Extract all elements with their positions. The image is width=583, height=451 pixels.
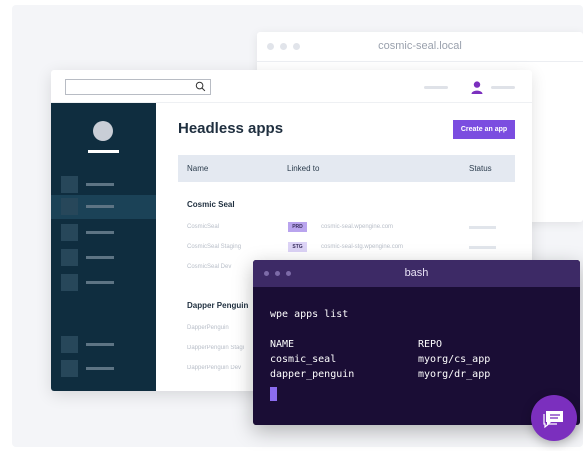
sidebar xyxy=(51,103,156,391)
column-header-name[interactable]: Name xyxy=(187,164,208,173)
terminal-row-name: cosmic_seal xyxy=(270,354,337,365)
terminal-header-repo: REPO xyxy=(418,339,443,350)
back-window-titlebar: cosmic-seal.local xyxy=(257,32,583,62)
sidebar-avatar xyxy=(93,121,113,141)
terminal-window: bash wpe apps list NAME REPO cosmic_seal… xyxy=(253,260,580,425)
sidebar-item-label xyxy=(86,343,114,346)
top-nav-link[interactable] xyxy=(424,86,448,89)
column-header-linked-to[interactable]: Linked to xyxy=(287,164,319,173)
terminal-row-repo: myorg/dr_app xyxy=(418,369,491,380)
chat-button[interactable] xyxy=(531,395,577,441)
terminal-title: bash xyxy=(404,267,429,279)
table-row-name[interactable]: DapperPenguin xyxy=(187,325,229,331)
terminal-row-name: dapper_penguin xyxy=(270,369,355,380)
back-window-title: cosmic-seal.local xyxy=(378,40,462,52)
sidebar-item-label xyxy=(86,367,114,370)
terminal-row-repo: myorg/cs_app xyxy=(418,354,491,365)
sidebar-item-label xyxy=(86,256,114,259)
table-row-url[interactable]: cosmic-seal.wpengine.com xyxy=(321,224,393,230)
sidebar-item-icon xyxy=(61,198,78,215)
sidebar-item[interactable] xyxy=(51,221,156,245)
sidebar-item-icon xyxy=(61,336,78,353)
terminal-header-name: NAME xyxy=(270,339,295,350)
terminal-titlebar: bash xyxy=(253,260,580,287)
app-group-name[interactable]: Cosmic Seal xyxy=(187,200,235,209)
table-row-name[interactable]: CosmicSeal Dev xyxy=(187,264,231,270)
sidebar-item-label xyxy=(86,183,114,186)
terminal-cursor[interactable] xyxy=(270,387,277,401)
sidebar-item[interactable] xyxy=(51,333,156,357)
sidebar-item[interactable] xyxy=(51,173,156,197)
table-row-name[interactable]: CosmicSeal Staging xyxy=(187,244,241,250)
sidebar-item[interactable] xyxy=(51,246,156,270)
sidebar-item-icon xyxy=(61,224,78,241)
sidebar-item-label xyxy=(86,281,114,284)
table-row-url[interactable]: cosmic-seal-stg.wpengine.com xyxy=(321,244,403,250)
app-group-name[interactable]: Dapper Penguin xyxy=(187,301,248,310)
terminal-command: wpe apps list xyxy=(270,309,349,320)
env-badge: STG xyxy=(288,242,307,252)
user-menu-label[interactable] xyxy=(491,86,515,89)
table-row-status xyxy=(469,226,496,229)
sidebar-item-icon xyxy=(61,360,78,377)
column-header-status[interactable]: Status xyxy=(469,164,492,173)
sidebar-item-active[interactable] xyxy=(51,195,156,219)
create-app-button[interactable]: Create an app xyxy=(453,120,515,139)
sidebar-user-name xyxy=(88,150,119,153)
app-topbar xyxy=(51,70,532,103)
page-title: Headless apps xyxy=(178,120,284,137)
sidebar-item-icon xyxy=(61,249,78,266)
sidebar-item-label xyxy=(86,231,114,234)
user-avatar-icon[interactable] xyxy=(470,80,484,94)
sidebar-item-icon xyxy=(61,274,78,291)
table-row-status xyxy=(469,246,496,249)
table-header: Name Linked to Status xyxy=(178,155,515,182)
sidebar-item-icon xyxy=(61,176,78,193)
sidebar-item-label xyxy=(86,205,114,208)
sidebar-item[interactable] xyxy=(51,357,156,381)
search-icon[interactable] xyxy=(195,81,206,92)
chat-icon xyxy=(543,411,563,429)
search-input[interactable] xyxy=(65,79,211,95)
table-row-name[interactable]: CosmicSeal xyxy=(187,224,219,230)
sidebar-item[interactable] xyxy=(51,271,156,295)
env-badge: PRD xyxy=(288,222,307,232)
